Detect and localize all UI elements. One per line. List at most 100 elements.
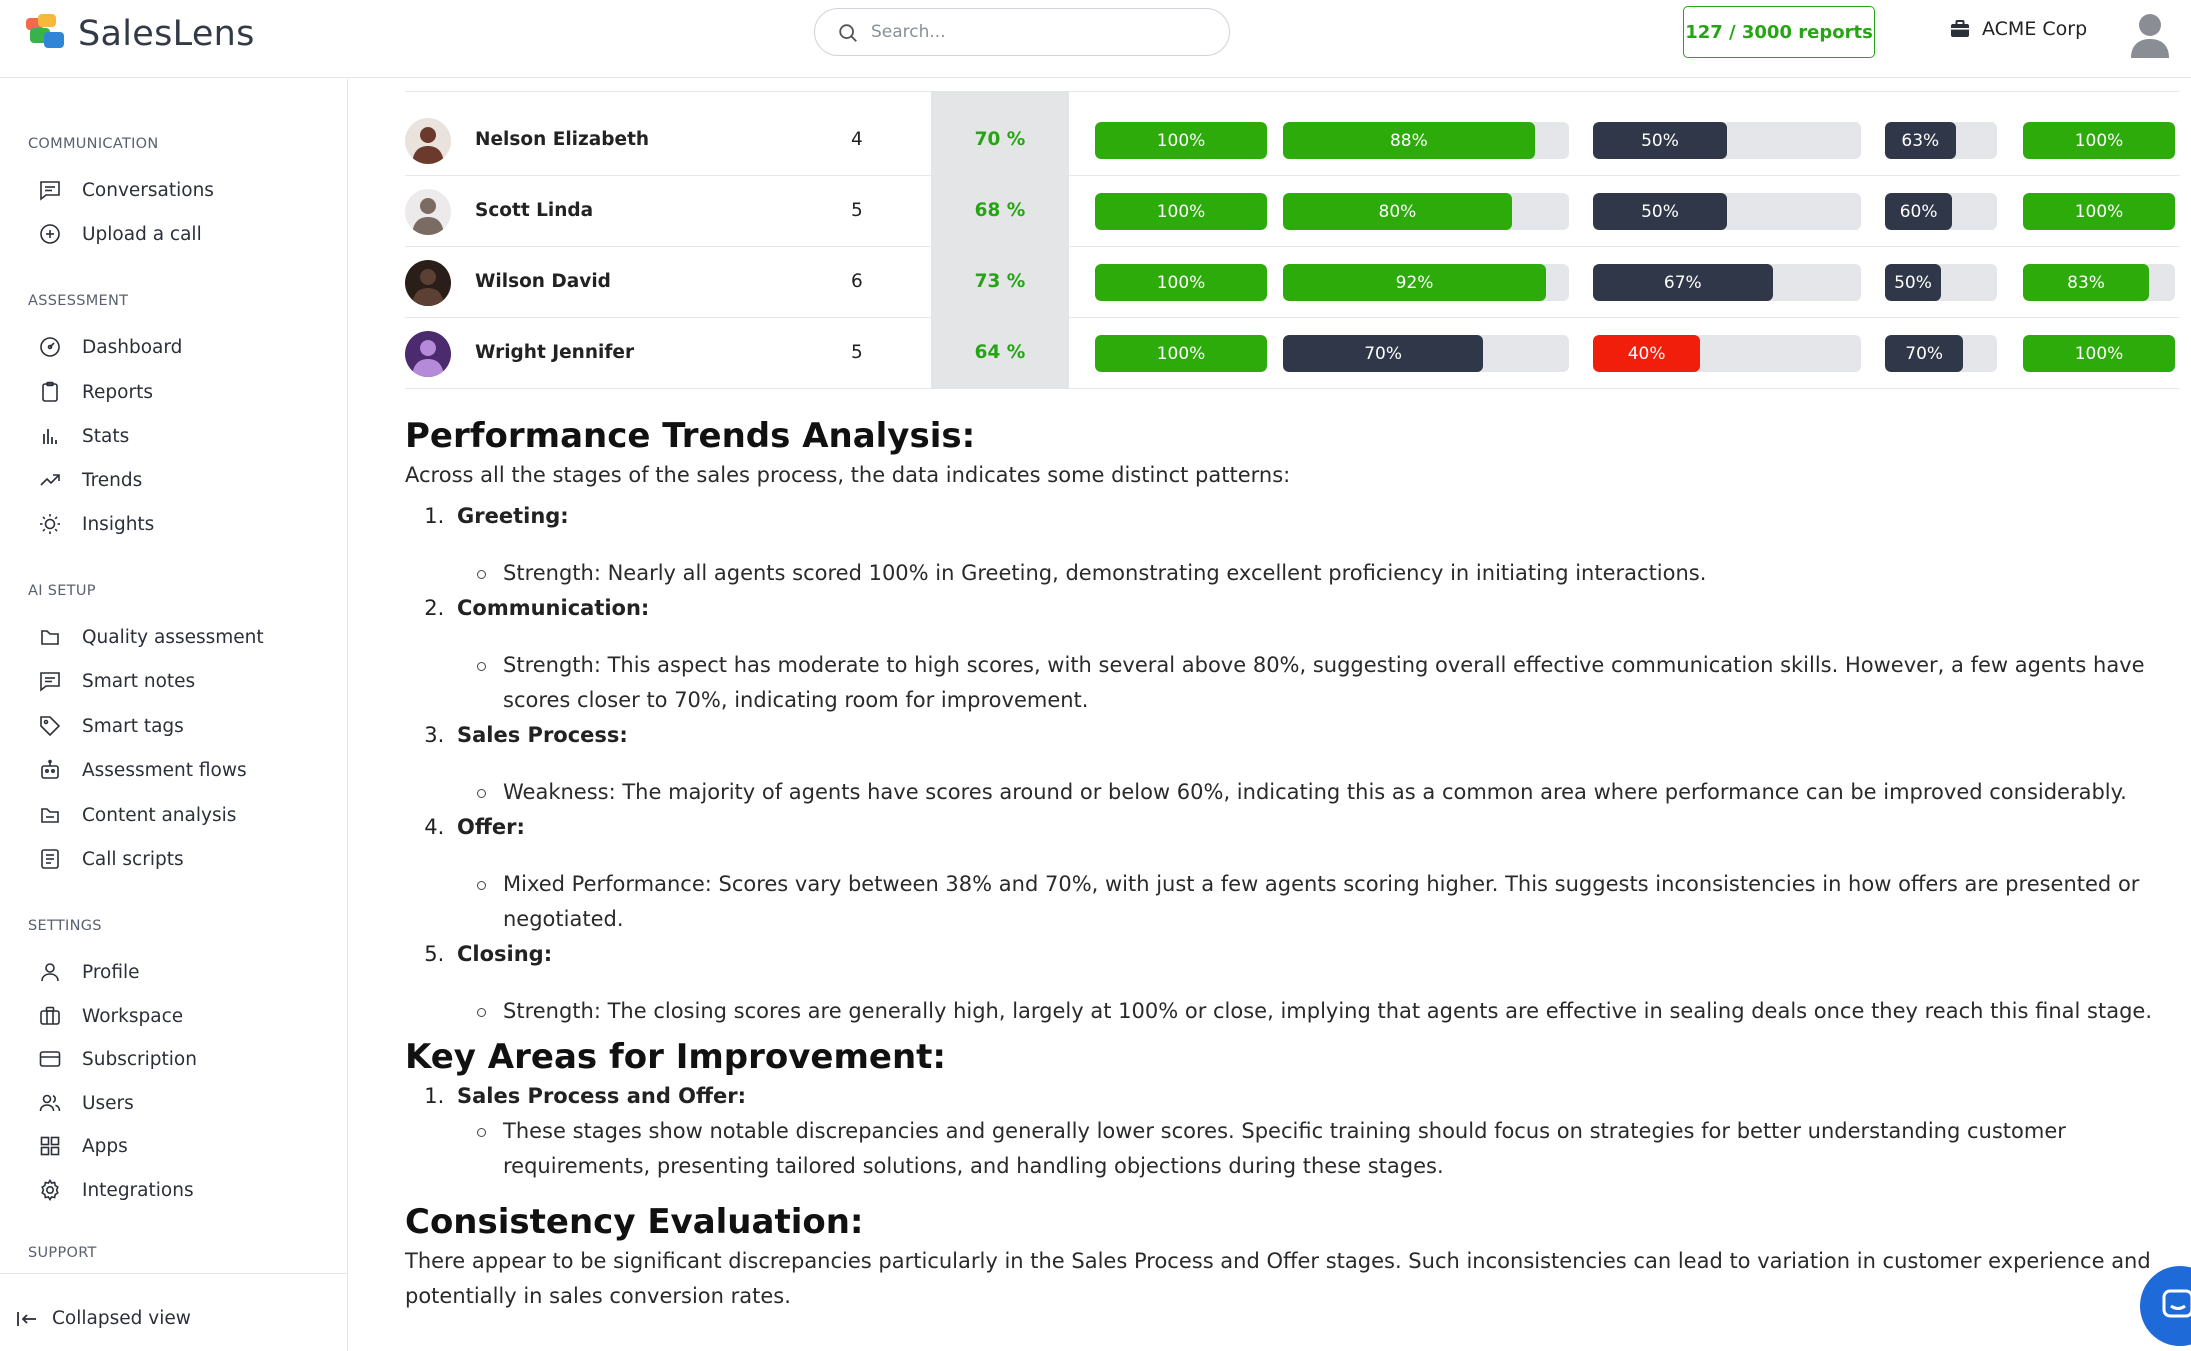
report-text: Performance Trends Analysis: Across all … bbox=[405, 414, 2180, 1314]
stage-progress-fill: 88% bbox=[1283, 122, 1535, 159]
stage-progress-fill: 100% bbox=[2023, 335, 2175, 372]
consistency-text: There appear to be significant discrepan… bbox=[405, 1249, 2151, 1308]
stage-list: Greeting: Strength: Nearly all agents sc… bbox=[451, 499, 2180, 1029]
chat-bubble-icon bbox=[2162, 1289, 2191, 1318]
stage-progress-bar: 70% bbox=[1283, 335, 1569, 372]
stage-progress-fill: 100% bbox=[1095, 264, 1267, 301]
improvement-list: Sales Process and Offer: These stages sh… bbox=[451, 1079, 2180, 1184]
overall-score: 64 % bbox=[974, 342, 1026, 363]
stage-progress-bar: 100% bbox=[2023, 335, 2175, 372]
sidebar-item-apps[interactable]: Apps bbox=[38, 1131, 128, 1161]
users-icon bbox=[39, 1094, 61, 1112]
sidebar-item-workspace[interactable]: Workspace bbox=[38, 1001, 183, 1031]
stage-progress-fill: 50% bbox=[1593, 193, 1727, 230]
stage-progress-fill: 60% bbox=[1885, 193, 1953, 230]
sidebar-item-call-scripts[interactable]: Call scripts bbox=[38, 844, 184, 874]
table-row[interactable]: Scott Linda 5 68 % 100% 80% 50% 60% 100% bbox=[405, 176, 2180, 247]
overall-score: 70 % bbox=[974, 129, 1026, 150]
stage-progress-bar: 40% bbox=[1593, 335, 1861, 372]
stage-progress-bar: 60% bbox=[1885, 193, 1997, 230]
sidebar-item-integrations[interactable]: Integrations bbox=[38, 1175, 194, 1205]
consistency-heading: Consistency Evaluation: bbox=[405, 1202, 864, 1242]
trends-intro: Across all the stages of the sales proce… bbox=[405, 463, 1291, 487]
analysis-icon bbox=[41, 808, 59, 823]
collapse-sidebar-button[interactable]: Collapsed view bbox=[16, 1308, 191, 1329]
gear-icon bbox=[41, 1178, 59, 1202]
section-assessment: ASSESSMENT bbox=[28, 293, 129, 309]
overall-score: 68 % bbox=[974, 200, 1026, 221]
bar-chart-icon bbox=[43, 429, 57, 444]
search-input[interactable] bbox=[871, 22, 1191, 42]
stage-progress-fill: 40% bbox=[1593, 335, 1701, 372]
table-row[interactable]: Wilson David 6 73 % 100% 92% 67% 50% 83% bbox=[405, 247, 2180, 318]
stage-progress-bar: 80% bbox=[1283, 193, 1569, 230]
search-icon bbox=[839, 24, 857, 42]
list-item: Greeting: Strength: Nearly all agents sc… bbox=[451, 499, 2180, 591]
table-row[interactable]: Wright Jennifer 5 64 % 100% 70% 40% 70% 100% bbox=[405, 318, 2180, 389]
agent-avatar bbox=[405, 331, 451, 377]
stage-progress-bar: 92% bbox=[1283, 264, 1569, 301]
improvement-heading: Key Areas for Improvement: bbox=[405, 1037, 947, 1077]
table-row[interactable]: Nelson Elizabeth 4 70 % 100% 88% 50% 63% 100% bbox=[405, 105, 2180, 176]
app-name: SalesLens bbox=[78, 14, 255, 54]
list-item: Sales Process and Offer: These stages sh… bbox=[451, 1079, 2180, 1184]
stage-progress-bar: 63% bbox=[1885, 122, 1997, 159]
stage-progress-fill: 70% bbox=[1885, 335, 1964, 372]
collapse-left-icon bbox=[17, 1311, 36, 1326]
reports-usage-button[interactable]: 127 / 3000 reports bbox=[1683, 6, 1875, 58]
logo-icon bbox=[26, 14, 66, 54]
section-ai-setup: AI SETUP bbox=[28, 583, 96, 599]
stage-progress-fill: 92% bbox=[1283, 264, 1547, 301]
sidebar-item-smart-tags[interactable]: Smart tags bbox=[38, 711, 184, 741]
upload-icon bbox=[40, 224, 60, 244]
agent-name[interactable]: Wright Jennifer bbox=[475, 342, 634, 363]
sidebar-item-subscription[interactable]: Subscription bbox=[38, 1044, 197, 1074]
stage-progress-bar: 100% bbox=[1095, 264, 1267, 301]
stage-progress-fill: 100% bbox=[1095, 193, 1267, 230]
agent-name[interactable]: Nelson Elizabeth bbox=[475, 129, 649, 150]
sidebar-item-conversations[interactable]: Conversations bbox=[38, 175, 214, 205]
list-item: Sales Process: Weakness: The majority of… bbox=[451, 718, 2180, 810]
sidebar-item-stats[interactable]: Stats bbox=[38, 421, 129, 451]
sidebar-item-upload-call[interactable]: Upload a call bbox=[38, 219, 202, 249]
sidebar-item-smart-notes[interactable]: Smart notes bbox=[38, 666, 195, 696]
stage-progress-bar: 70% bbox=[1885, 335, 1997, 372]
script-icon bbox=[41, 849, 59, 869]
sidebar-item-reports[interactable]: Reports bbox=[38, 377, 153, 407]
stage-progress-bar: 100% bbox=[1095, 193, 1267, 230]
sidebar-footer: Collapsed view bbox=[0, 1273, 348, 1351]
trends-heading: Performance Trends Analysis: bbox=[405, 416, 976, 456]
search-box[interactable] bbox=[814, 8, 1230, 56]
workspace-selector[interactable]: ACME Corp bbox=[1950, 18, 2087, 40]
sidebar-item-trends[interactable]: Trends bbox=[38, 465, 142, 495]
list-item: Closing: Strength: The closing scores ar… bbox=[451, 937, 2180, 1029]
credit-card-icon bbox=[39, 1051, 61, 1067]
flow-icon bbox=[41, 630, 59, 645]
stage-progress-fill: 50% bbox=[1885, 264, 1941, 301]
user-avatar-icon[interactable] bbox=[2130, 12, 2170, 58]
main-content: Nelson Elizabeth 4 70 % 100% 88% 50% 63% 100% Sc… bbox=[349, 79, 2191, 1351]
sidebar-item-profile[interactable]: Profile bbox=[38, 957, 140, 987]
app-logo[interactable]: SalesLens bbox=[26, 14, 255, 54]
sidebar-item-content-analysis[interactable]: Content analysis bbox=[38, 800, 236, 830]
sidebar-item-users[interactable]: Users bbox=[38, 1088, 134, 1118]
agent-avatar bbox=[405, 118, 451, 164]
stage-progress-fill: 80% bbox=[1283, 193, 1512, 230]
top-header: SalesLens 127 / 3000 reports ACME Corp bbox=[0, 0, 2191, 78]
sidebar-item-assessment-flows[interactable]: Assessment flows bbox=[38, 755, 247, 785]
stage-progress-fill: 63% bbox=[1885, 122, 1956, 159]
sidebar-item-insights[interactable]: Insights bbox=[38, 509, 154, 539]
user-icon bbox=[41, 963, 59, 982]
sidebar-item-quality-assessment[interactable]: Quality assessment bbox=[38, 622, 264, 652]
agent-name[interactable]: Wilson David bbox=[475, 271, 611, 292]
section-communication: COMMUNICATION bbox=[28, 136, 159, 152]
sidebar-item-dashboard[interactable]: Dashboard bbox=[38, 332, 182, 362]
grid-icon bbox=[40, 1136, 60, 1156]
agent-name[interactable]: Scott Linda bbox=[475, 200, 593, 221]
clipboard-icon bbox=[42, 381, 58, 402]
agent-avatar bbox=[405, 189, 451, 235]
dashboard-icon bbox=[40, 337, 60, 357]
stage-progress-fill: 83% bbox=[2023, 264, 2150, 301]
stage-progress-fill: 100% bbox=[1095, 122, 1267, 159]
section-support: SUPPORT bbox=[28, 1245, 97, 1261]
